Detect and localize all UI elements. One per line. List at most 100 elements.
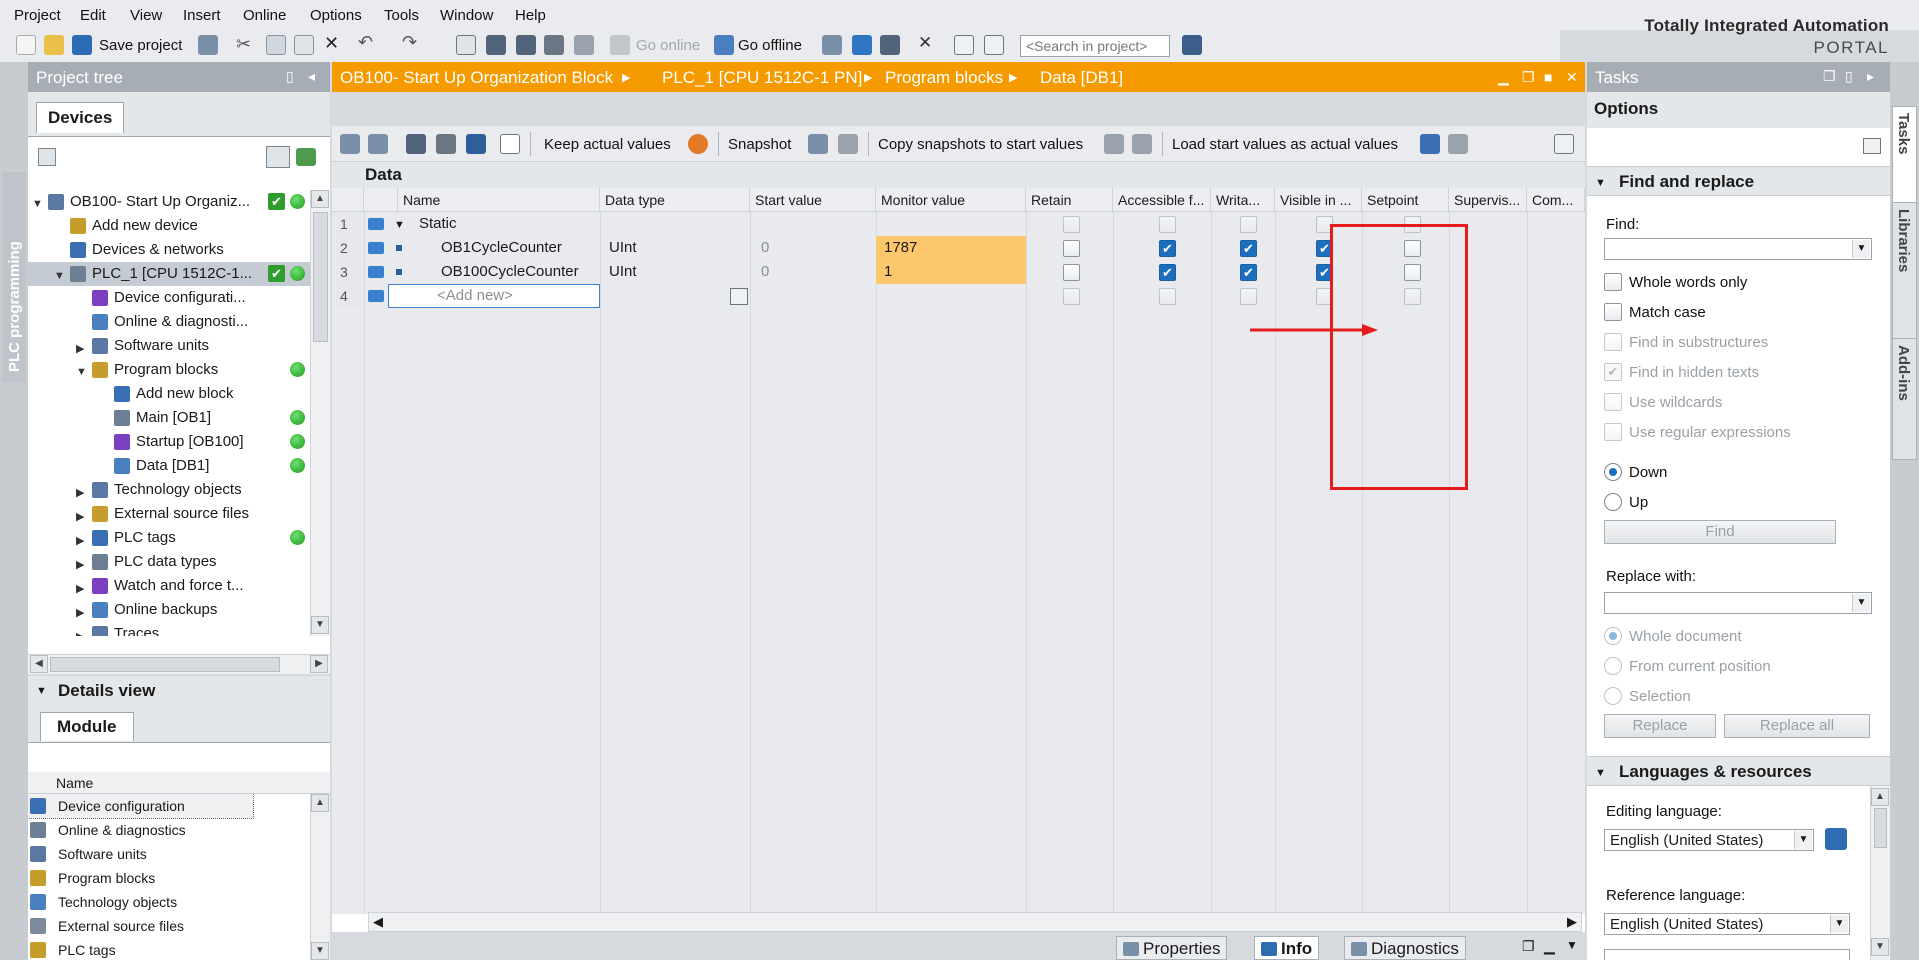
expand-down-icon[interactable]: ▼ bbox=[394, 219, 405, 231]
redo-icon[interactable]: ↷ bbox=[402, 32, 417, 54]
match-case-checkbox[interactable] bbox=[1604, 303, 1622, 321]
replace-all-button[interactable]: Replace all bbox=[1724, 714, 1870, 738]
col-monitor-value[interactable]: Monitor value bbox=[876, 188, 1026, 212]
find-dropdown-icon[interactable]: ▼ bbox=[1852, 240, 1870, 258]
replace-input[interactable]: ▼ bbox=[1604, 592, 1872, 614]
col-name[interactable]: Name bbox=[398, 188, 600, 212]
start-value-cell[interactable] bbox=[756, 212, 866, 236]
editor-scroll-left-icon[interactable]: ◀ bbox=[373, 914, 383, 930]
tree-item[interactable]: Add new device bbox=[28, 214, 310, 238]
tree-item[interactable]: ▶ Online backups bbox=[28, 598, 310, 622]
reference-language-select[interactable]: English (United States) ▼ bbox=[1604, 913, 1850, 935]
menu-online[interactable]: Online bbox=[243, 7, 286, 24]
find-replace-header[interactable]: ▼ Find and replace bbox=[1587, 166, 1890, 196]
keep-actual-values-button[interactable]: Keep actual values bbox=[544, 136, 671, 153]
overview-icon[interactable] bbox=[266, 146, 290, 168]
details-item[interactable]: External source files bbox=[28, 914, 310, 938]
regex-checkbox[interactable] bbox=[1604, 423, 1622, 441]
up-radio[interactable] bbox=[1604, 493, 1622, 511]
inspector-restore-icon[interactable]: ❐ bbox=[1522, 938, 1535, 955]
keep-values-icon[interactable] bbox=[688, 134, 708, 154]
tab-info[interactable]: Info bbox=[1254, 936, 1320, 960]
load-values-selected-icon[interactable] bbox=[1448, 134, 1468, 154]
name-cell[interactable]: OB1CycleCounter bbox=[436, 236, 596, 260]
expand-right-icon[interactable]: ▶ bbox=[76, 582, 84, 595]
copy-snapshot-selected-icon[interactable] bbox=[1132, 134, 1152, 154]
tree-hscroll-thumb[interactable] bbox=[50, 657, 280, 672]
details-item[interactable]: Software units bbox=[28, 842, 310, 866]
collapse-details-icon[interactable]: ▼ bbox=[36, 685, 47, 697]
upload-icon[interactable] bbox=[516, 35, 536, 55]
collapse-panel-icon[interactable]: ◂ bbox=[308, 68, 315, 85]
retain-checkbox[interactable] bbox=[1063, 240, 1080, 257]
delete-icon[interactable]: ✕ bbox=[324, 33, 339, 55]
scroll-down-icon[interactable]: ▼ bbox=[311, 616, 329, 634]
writable-checkbox[interactable] bbox=[1240, 216, 1257, 233]
tab-module[interactable]: Module bbox=[40, 712, 134, 741]
tree-item[interactable]: Devices & networks bbox=[28, 238, 310, 262]
name-cell[interactable]: Static bbox=[414, 212, 574, 236]
collapse-icon[interactable] bbox=[436, 134, 456, 154]
writable-checkbox[interactable] bbox=[1240, 288, 1257, 305]
hidden-texts-checkbox[interactable]: ✔ bbox=[1604, 363, 1622, 381]
pin-icon[interactable]: ▯ bbox=[286, 68, 294, 85]
details-item[interactable]: PLC tags bbox=[28, 938, 310, 960]
details-item[interactable]: Program blocks bbox=[28, 866, 310, 890]
replace-dropdown-icon[interactable]: ▼ bbox=[1852, 594, 1870, 612]
go-online-button[interactable]: Go online bbox=[636, 37, 700, 54]
expand-right-icon[interactable]: ▶ bbox=[76, 558, 84, 571]
data-type-cell[interactable]: UInt bbox=[604, 260, 744, 284]
editor-scroll-right-icon[interactable]: ▶ bbox=[1567, 914, 1577, 930]
expand-down-icon[interactable]: ▼ bbox=[76, 366, 87, 378]
retain-checkbox[interactable] bbox=[1063, 216, 1080, 233]
wildcards-checkbox[interactable] bbox=[1604, 393, 1622, 411]
writable-checkbox[interactable]: ✔ bbox=[1240, 264, 1257, 281]
inspector-minimize-icon[interactable]: ▁ bbox=[1544, 938, 1555, 955]
details-scroll-up-icon[interactable]: ▲ bbox=[311, 794, 329, 812]
split-horizontal-icon[interactable] bbox=[954, 35, 974, 55]
expand-right-icon[interactable]: ▶ bbox=[76, 606, 84, 619]
tab-devices[interactable]: Devices bbox=[36, 102, 125, 133]
accessible-checkbox[interactable]: ✔ bbox=[1159, 240, 1176, 257]
accessible-checkbox[interactable] bbox=[1159, 216, 1176, 233]
simulation-icon[interactable] bbox=[544, 35, 564, 55]
go-offline-button[interactable]: Go offline bbox=[738, 37, 802, 54]
options-layout-icon[interactable] bbox=[1863, 138, 1881, 154]
tasks-vscrollbar[interactable]: ▲ ▼ bbox=[1870, 786, 1890, 960]
tree-item[interactable]: Online & diagnosti... bbox=[28, 310, 310, 334]
expand-down-icon[interactable]: ▼ bbox=[54, 270, 65, 282]
col-supervision[interactable]: Supervis... bbox=[1449, 188, 1527, 212]
breadcrumb-plc[interactable]: PLC_1 [CPU 1512C-1 PN] bbox=[662, 68, 862, 88]
menu-help[interactable]: Help bbox=[515, 7, 546, 24]
load-start-values-button[interactable]: Load start values as actual values bbox=[1172, 136, 1398, 153]
compile-icon[interactable] bbox=[456, 35, 476, 55]
breadcrumb-data-db1[interactable]: Data [DB1] bbox=[1040, 68, 1123, 88]
start-simulation-icon[interactable] bbox=[852, 35, 872, 55]
scroll-left-icon[interactable]: ◀ bbox=[30, 655, 48, 673]
menu-tools[interactable]: Tools bbox=[384, 7, 419, 24]
tree-item[interactable]: ▶ PLC tags bbox=[28, 526, 310, 550]
expand-icon[interactable] bbox=[406, 134, 426, 154]
tree-item[interactable]: Main [OB1] bbox=[28, 406, 310, 430]
scroll-right-icon[interactable]: ▶ bbox=[310, 655, 328, 673]
new-project-icon[interactable] bbox=[16, 35, 36, 55]
tree-item[interactable]: ▼ OB100- Start Up Organiz... ✔ bbox=[28, 190, 310, 214]
data-type-cell[interactable] bbox=[604, 284, 744, 308]
tree-item[interactable]: ▶ Watch and force t... bbox=[28, 574, 310, 598]
name-cell[interactable]: OB100CycleCounter bbox=[436, 260, 596, 284]
details-scroll-down-icon[interactable]: ▼ bbox=[311, 942, 329, 960]
expand-right-icon[interactable]: ▶ bbox=[76, 630, 84, 636]
whole-words-checkbox[interactable] bbox=[1604, 273, 1622, 291]
show-in-network-icon[interactable] bbox=[296, 148, 316, 166]
tab-diagnostics[interactable]: Diagnostics bbox=[1344, 936, 1466, 960]
editing-language-select[interactable]: English (United States) ▼ bbox=[1604, 829, 1814, 851]
menu-insert[interactable]: Insert bbox=[183, 7, 221, 24]
save-icon[interactable] bbox=[72, 35, 92, 55]
col-retain[interactable]: Retain bbox=[1026, 188, 1113, 212]
maximize-icon[interactable]: ■ bbox=[1544, 70, 1558, 84]
tasks-scroll-thumb[interactable] bbox=[1874, 808, 1887, 848]
insert-row-icon[interactable] bbox=[340, 134, 360, 154]
col-comment[interactable]: Com... bbox=[1527, 188, 1585, 212]
tree-item[interactable]: ▶ PLC data types bbox=[28, 550, 310, 574]
details-item[interactable]: Online & diagnostics bbox=[28, 818, 310, 842]
